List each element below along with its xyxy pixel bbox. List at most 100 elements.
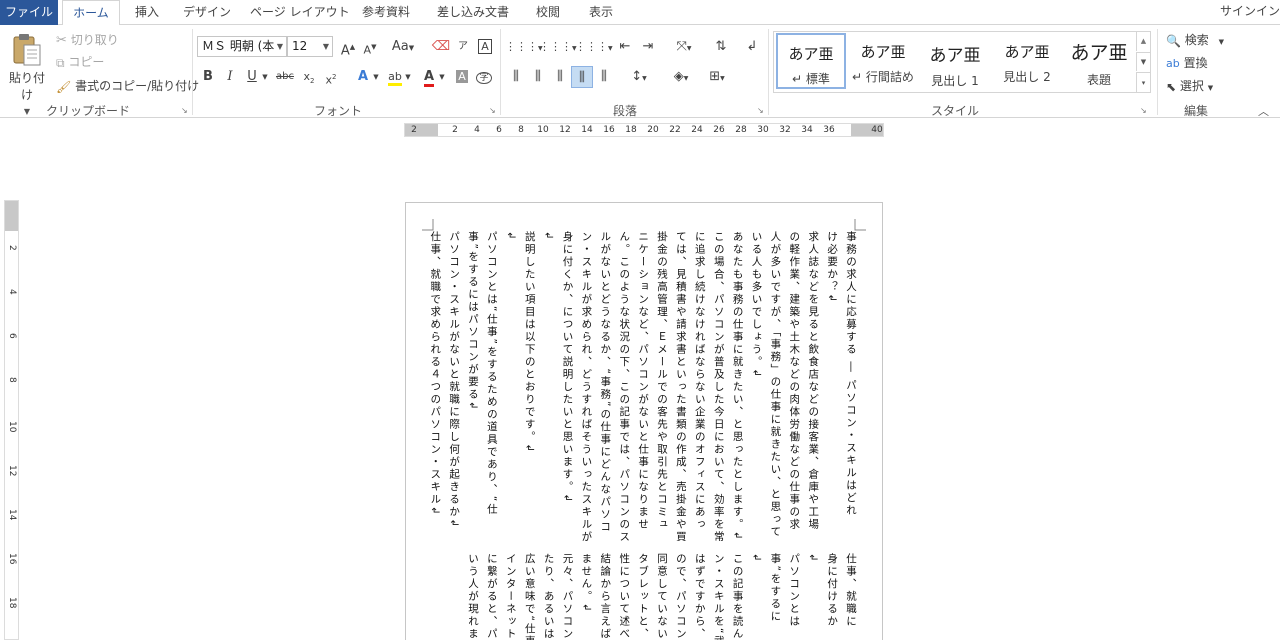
text-column[interactable]: ニケーションなど、パソコンがないと仕事になりませ — [632, 231, 654, 541]
align-left-icon[interactable]: ⫼ — [505, 66, 527, 88]
styles-more-icon[interactable]: ▾ — [1136, 72, 1150, 92]
align-right-icon[interactable]: ⫼ — [549, 66, 571, 88]
text-column[interactable]: いう人が現れま — [462, 553, 484, 640]
text-column[interactable]: パソコンとは“仕事”をするための道具であり、“仕 — [481, 231, 503, 541]
text-column[interactable]: 身に付けるか — [821, 553, 843, 640]
line-spacing-icon[interactable]: ↕▼ — [624, 66, 654, 88]
text-column[interactable]: ては、見積書や請求書といった書類の作成、売掛金や買 — [670, 231, 692, 541]
text-column[interactable]: あなたも事務の仕事に就きたい、と思ったとします。↲ — [727, 231, 749, 541]
text-column[interactable]: ん。このような状況の下、この記事では、パソコンのスキ — [613, 231, 635, 541]
vertical-ruler[interactable]: 2468101214161820 — [4, 200, 19, 640]
strikethrough-icon[interactable]: abc — [274, 66, 296, 88]
text-column[interactable]: 事務の求人に応募する ― パソコン・スキルはどれ — [840, 231, 862, 541]
text-column[interactable]: 仕事、就職に — [840, 553, 862, 640]
text-column[interactable]: 事”をするにはパソコンが要る↲ — [462, 231, 484, 541]
text-column[interactable]: に追求し続けなければならない企業のオフィスにあっ — [689, 231, 711, 541]
text-column[interactable]: ので、パソコンな — [670, 553, 692, 640]
chevron-down-icon[interactable]: ▼ — [259, 66, 271, 88]
text-column[interactable]: タブレットと、 — [632, 553, 654, 640]
document-page[interactable]: 事務の求人に応募する ― パソコン・スキルはどれ け必要か？↲ 求人誌などを見ると飲… — [405, 202, 883, 640]
superscript-icon[interactable]: x2 — [320, 66, 342, 88]
text-column[interactable]: ↲ — [746, 553, 768, 640]
paste-button[interactable]: 貼り付け ▼ — [4, 31, 50, 116]
change-case-icon[interactable]: Aa▼ — [388, 36, 418, 58]
sign-in-link[interactable]: サインイン — [1220, 0, 1280, 25]
text-column[interactable]: 求人誌などを見ると飲食店などの接客業、倉庫や工場 — [802, 231, 824, 541]
font-launcher-icon[interactable]: ↘ — [489, 106, 496, 115]
text-column[interactable]: 同意していない — [651, 553, 673, 640]
styles-scroll-up-icon[interactable]: ▲ — [1136, 32, 1150, 51]
character-shading-icon[interactable]: A — [451, 66, 473, 88]
text-column[interactable]: 結論から言えば — [594, 553, 616, 640]
styles-scroll-down-icon[interactable]: ▼ — [1136, 52, 1150, 71]
bold-icon[interactable]: B — [197, 66, 219, 88]
numbering-icon[interactable]: ⋮⋮⋮▼ — [539, 36, 577, 58]
borders-icon[interactable]: ⊞▼ — [702, 66, 732, 88]
text-column[interactable]: ↲ — [538, 231, 560, 541]
text-column[interactable]: 性について述べ — [613, 553, 635, 640]
grow-font-icon[interactable]: A▲ — [337, 36, 359, 58]
text-column[interactable]: 身に付くか、について説明したいと思います。↲ — [557, 231, 579, 541]
text-column[interactable]: ルがないとどうなるか、“事務”の仕事にどんなパソコ — [594, 231, 616, 541]
increase-indent-icon[interactable]: ⇥ — [637, 36, 659, 58]
tab-design[interactable]: デザイン — [180, 0, 234, 25]
text-column[interactable]: たり、あるいは完 — [538, 553, 560, 640]
clear-formatting-icon[interactable]: ⌫ — [430, 36, 452, 58]
chevron-down-icon[interactable]: ▼ — [436, 66, 448, 88]
multilevel-list-icon[interactable]: ⋮⋮⋮▼ — [575, 36, 613, 58]
replace-button[interactable]: ab 置換 — [1166, 55, 1208, 72]
sort-icon[interactable]: ⇅ — [710, 36, 732, 58]
style-no-spacing[interactable]: あア亜 ↵ 行間詰め — [848, 33, 918, 89]
tab-insert[interactable]: 挿入 — [130, 0, 164, 25]
select-button[interactable]: ⬉ 選択 ▼ — [1166, 78, 1213, 96]
shrink-font-icon[interactable]: A▼ — [359, 36, 381, 58]
enclose-characters-icon[interactable]: 字 — [473, 66, 495, 88]
find-button[interactable]: 🔍 検索 ▼ — [1166, 32, 1224, 50]
tab-review[interactable]: 校閲 — [530, 0, 566, 25]
text-column[interactable]: はずですから、一 — [689, 553, 711, 640]
text-column[interactable]: 掛金の残高管理、Ｅメールでの客先や取引先とコミュ — [651, 231, 673, 541]
text-column[interactable]: パソコン・スキルがないと就職に際し何が起きるか↲ — [443, 231, 465, 541]
style-heading-2[interactable]: あア亜 見出し 2 — [992, 33, 1062, 89]
text-column[interactable]: この記事を読ん — [727, 553, 749, 640]
bullets-icon[interactable]: ⋮⋮⋮▼ — [505, 36, 543, 58]
collapse-ribbon-icon[interactable]: ︿ — [1258, 103, 1269, 119]
format-painter-button[interactable]: 🖌 書式のコピー/貼り付け — [56, 78, 199, 95]
chevron-down-icon[interactable]: ▼ — [370, 66, 382, 88]
copy-button[interactable]: ⧉ コピー — [56, 54, 104, 71]
text-column[interactable]: インターネット — [500, 553, 522, 640]
tab-references[interactable]: 参考資料 — [356, 0, 416, 25]
subscript-icon[interactable]: x2 — [298, 66, 320, 88]
text-direction-icon[interactable]: ⤧▼ — [669, 36, 699, 58]
text-column[interactable]: に繋がると、パ — [481, 553, 503, 640]
text-column[interactable]: 人が多いですが、「事務」の仕事に就きたい、と思って — [764, 231, 786, 541]
text-column[interactable]: パソコンとは — [783, 553, 805, 640]
align-center-icon[interactable]: ⫼ — [527, 66, 549, 88]
text-column[interactable]: いる人も多いでしょう。↲ — [746, 231, 768, 541]
tab-home[interactable]: ホーム — [62, 0, 120, 26]
style-title[interactable]: あア亜 表題 — [1064, 33, 1134, 89]
font-name-select[interactable]: ＭＳ 明朝 (本 ▼ — [197, 36, 287, 57]
style-normal[interactable]: あア亜 ↵ 標準 — [776, 33, 846, 89]
horizontal-ruler[interactable]: 2 2 4 6 8 10 12 14 16 18 20 22 24 26 28 30 32 34 36 40 — [404, 123, 884, 137]
styles-launcher-icon[interactable]: ↘ — [1140, 106, 1147, 115]
style-heading-1[interactable]: あア亜 見出し 1 — [920, 33, 990, 89]
text-column[interactable]: ン・スキルを“武 — [708, 553, 730, 640]
distributed-icon[interactable]: ⫼ — [593, 66, 615, 88]
text-column[interactable]: ↲ — [500, 231, 522, 541]
text-column[interactable]: け必要か？↲ — [821, 231, 843, 541]
text-column[interactable]: 説明したい項目は以下のとおりです。↲ — [519, 231, 541, 541]
chevron-down-icon[interactable]: ▼ — [402, 66, 414, 88]
text-column[interactable]: 広い意味で“仕事 — [519, 553, 541, 640]
italic-icon[interactable]: I — [219, 66, 241, 88]
text-column[interactable]: 事”をするに — [764, 553, 786, 640]
justify-icon[interactable]: ⫼ — [571, 66, 593, 88]
text-column[interactable]: ン・スキルが求められ、どうすればそういったスキルが — [575, 231, 597, 541]
character-border-icon[interactable]: A — [474, 36, 496, 58]
tab-view[interactable]: 表示 — [584, 0, 618, 25]
text-column[interactable]: ません。↲ — [575, 553, 597, 640]
tab-file[interactable]: ファイル — [0, 0, 58, 25]
decrease-indent-icon[interactable]: ⇤ — [614, 36, 636, 58]
text-column[interactable]: ↲ — [802, 553, 824, 640]
font-size-select[interactable]: 12 ▼ — [287, 36, 333, 57]
